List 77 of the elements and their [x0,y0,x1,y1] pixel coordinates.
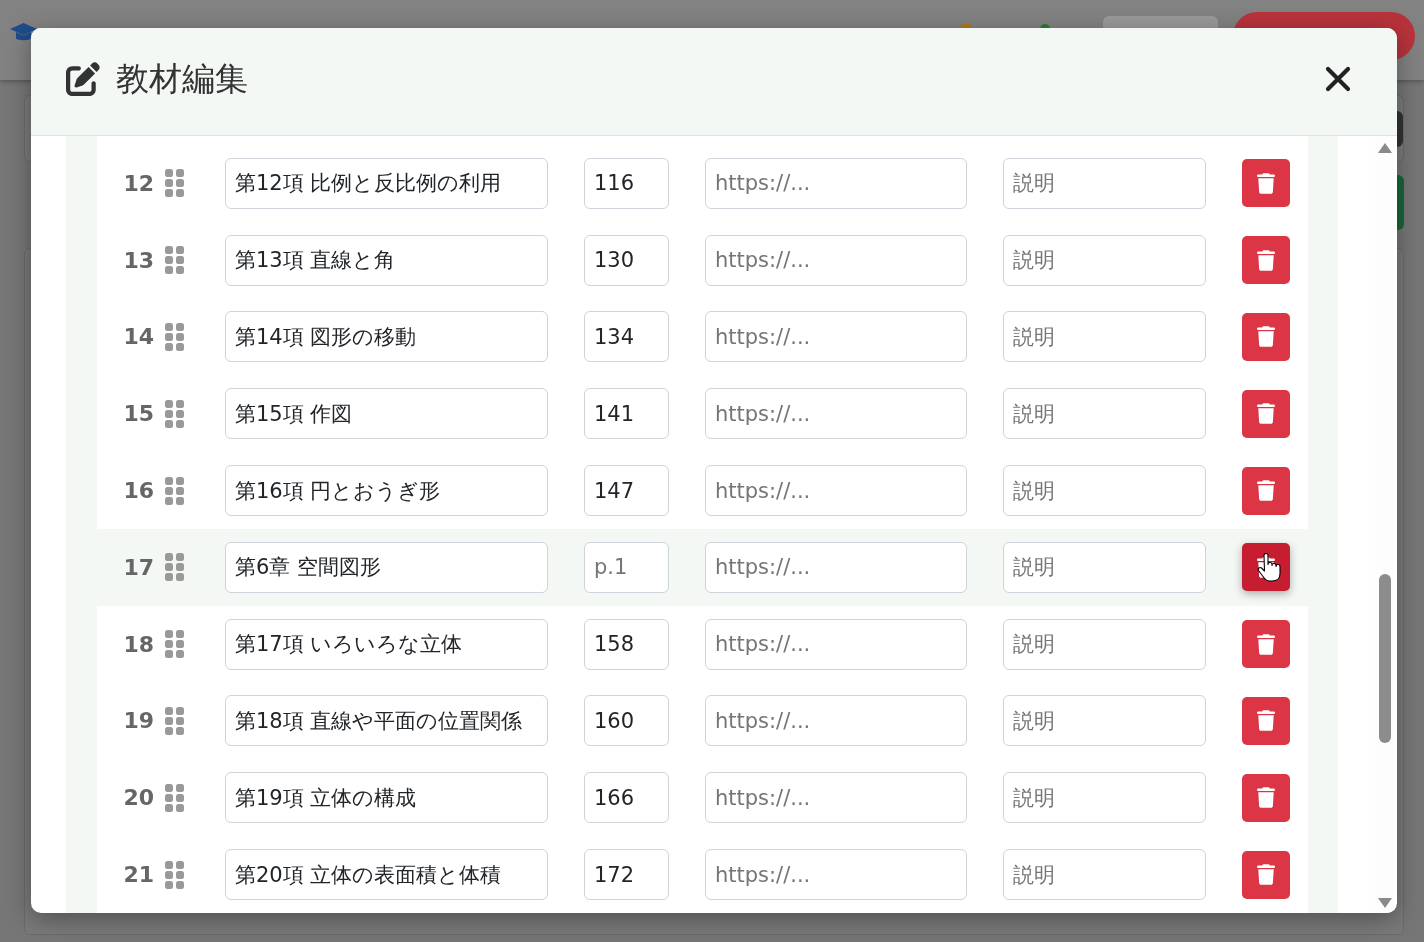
drag-handle-icon[interactable] [165,323,184,351]
close-button[interactable] [1325,65,1351,92]
description-input[interactable]: 説明 [1003,618,1206,670]
scrollbar-thumb[interactable] [1379,574,1391,743]
drag-handle-icon[interactable] [165,246,184,275]
row-number: 13 [122,247,154,273]
page-input[interactable]: 134 [584,311,669,363]
title-input[interactable]: 第6章 空間図形 [225,541,548,593]
page-input[interactable]: 141 [584,388,669,440]
title-input[interactable]: 第13項 直線と角 [225,234,548,286]
url-input[interactable]: https://... [705,618,967,670]
title-input[interactable]: 第17項 いろいろな立体 [225,618,548,670]
trash-icon [1257,403,1275,425]
title-input[interactable]: 第18項 直線や平面の位置関係 [225,695,548,747]
title-input[interactable]: 第16項 円とおうぎ形 [225,465,548,517]
drag-handle-icon[interactable] [165,860,184,889]
close-icon [1325,65,1351,92]
row-number: 15 [122,401,154,427]
trash-icon [1257,326,1275,348]
trash-icon [1257,480,1275,502]
description-input[interactable]: 説明 [1003,772,1206,824]
description-input[interactable]: 説明 [1003,695,1206,747]
url-input[interactable]: https://... [705,234,967,286]
drag-handle-icon[interactable] [165,630,184,659]
description-input[interactable]: 説明 [1003,541,1206,593]
row-number: 17 [122,554,154,580]
title-input[interactable]: 第14項 図形の移動 [225,311,548,363]
trash-icon [1257,710,1275,732]
description-input[interactable]: 説明 [1003,388,1206,440]
drag-handle-icon[interactable] [165,706,184,735]
url-input[interactable]: https://... [705,157,967,209]
url-input[interactable]: https://... [705,695,967,747]
trash-icon [1257,249,1275,271]
dialog-title: 教材編集 [116,58,248,99]
hand-cursor-icon [1257,553,1281,583]
url-input[interactable]: https://... [705,849,967,901]
row-number: 20 [122,785,154,811]
page-input[interactable]: 158 [584,618,669,670]
row-number: 12 [122,170,154,196]
drag-handle-icon[interactable] [165,399,184,428]
description-input[interactable]: 説明 [1003,311,1206,363]
description-input[interactable]: 説明 [1003,157,1206,209]
row-number: 18 [122,631,154,657]
drag-handle-icon[interactable] [165,553,184,582]
scroll-down-arrow-icon[interactable] [1378,898,1392,908]
trash-icon [1257,787,1275,809]
description-input[interactable]: 説明 [1003,849,1206,901]
url-input[interactable]: https://... [705,388,967,440]
description-input[interactable]: 説明 [1003,465,1206,517]
page-input[interactable]: 130 [584,234,669,286]
row-number: 19 [122,708,154,734]
row-number: 14 [122,324,154,350]
row-number: 16 [122,478,154,504]
url-input[interactable]: https://... [705,465,967,517]
page-input[interactable]: 116 [584,157,669,209]
row-number: 21 [122,862,154,888]
url-input[interactable]: https://... [705,541,967,593]
page-input[interactable]: 172 [584,849,669,901]
title-input[interactable]: 第12項 比例と反比例の利用 [225,157,548,209]
edit-icon [66,61,100,96]
page-input[interactable]: p.1 [584,541,669,593]
trash-icon [1257,172,1275,194]
trash-icon [1257,633,1275,655]
page-input[interactable]: 166 [584,772,669,824]
page-input[interactable]: 147 [584,465,669,517]
url-input[interactable]: https://... [705,772,967,824]
title-input[interactable]: 第19項 立体の構成 [225,772,548,824]
drag-handle-icon[interactable] [165,783,184,812]
title-input[interactable]: 第20項 立体の表面積と体積 [225,849,548,901]
scroll-up-arrow-icon[interactable] [1378,143,1392,153]
page-input[interactable]: 160 [584,695,669,747]
title-input[interactable]: 第15項 作図 [225,388,548,440]
url-input[interactable]: https://... [705,311,967,363]
trash-icon [1257,864,1275,886]
drag-handle-icon[interactable] [165,169,184,198]
drag-handle-icon[interactable] [165,476,184,505]
description-input[interactable]: 説明 [1003,234,1206,286]
